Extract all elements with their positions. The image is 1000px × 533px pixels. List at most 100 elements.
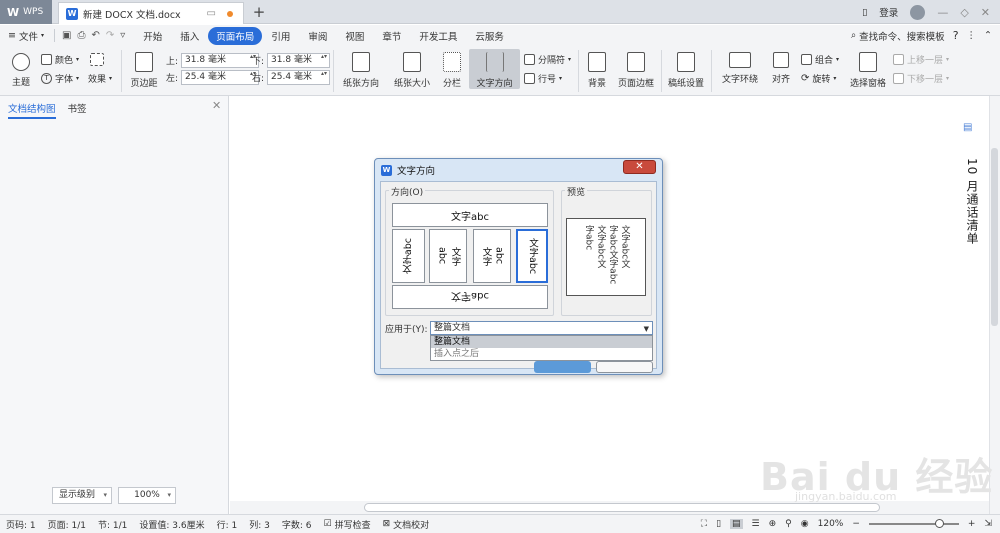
status-word-count[interactable]: 字数: 6 — [276, 518, 318, 531]
help-icon[interactable]: ? — [953, 29, 959, 42]
align-button[interactable]: 对齐 — [766, 49, 796, 85]
save-icon[interactable]: ▣ — [59, 30, 74, 41]
spell-check-button[interactable]: ☑ 拼写检查 — [318, 518, 377, 531]
avatar-icon[interactable] — [910, 4, 926, 20]
group-button[interactable]: 组合 ▾ — [801, 53, 839, 66]
maximize-icon[interactable]: ◇ — [960, 6, 968, 19]
reading-mode-icon[interactable]: ⚲ — [785, 519, 792, 529]
text-direction-button[interactable]: 文字方向 — [469, 49, 520, 89]
margins-button[interactable]: 页边距 — [126, 49, 162, 89]
zoom-slider[interactable] — [868, 518, 959, 528]
direction-option-rotate-right[interactable]: 文字abc — [516, 229, 548, 283]
page-border-button[interactable]: 页面边框 — [615, 49, 657, 89]
status-page-number[interactable]: 页码: 1 — [0, 518, 42, 531]
file-menu[interactable]: ≡ 文件 ▾ — [0, 29, 50, 43]
level-select[interactable]: 显示级别 ▾ — [52, 487, 112, 504]
effect-button[interactable]: 效果 ▾ — [88, 72, 112, 85]
background-button[interactable]: 背景 — [582, 49, 612, 89]
close-panel-icon[interactable]: ✕ — [212, 99, 221, 112]
bring-forward-button[interactable]: 上移一层 ▾ — [893, 53, 949, 66]
zoom-slider-knob[interactable] — [934, 518, 944, 528]
bottom-margin-field[interactable]: 下: 31.8 毫米 — [252, 53, 331, 68]
menu-item-view[interactable]: 视图 — [336, 27, 373, 45]
document-tab[interactable]: W 新建 DOCX 文档.docx ▭ — [58, 2, 244, 24]
search-command[interactable]: ⌕ 查找命令、搜索模板 — [851, 29, 945, 43]
cancel-button-partial[interactable] — [596, 361, 653, 373]
right-margin-field[interactable]: 右: 25.4 毫米 — [252, 70, 331, 85]
print-icon[interactable]: ⎙ — [74, 30, 88, 41]
apply-to-select[interactable]: 整篇文档 ▼ — [430, 321, 653, 335]
breaks-button[interactable]: 分隔符 ▾ — [524, 53, 571, 66]
wrap-text-button[interactable]: 文字环绕 — [716, 49, 764, 85]
horizontal-scroll-thumb[interactable] — [364, 503, 880, 512]
dialog-close-button[interactable]: ✕ — [623, 160, 656, 174]
wps-home-tab[interactable]: W WPS — [0, 0, 52, 24]
redo-icon[interactable]: ↷ — [103, 30, 117, 41]
bottom-margin-input[interactable]: 31.8 毫米 — [267, 53, 331, 68]
login-link[interactable]: 登录 — [879, 5, 898, 19]
menu-item-cloud[interactable]: 云服务 — [466, 27, 513, 45]
right-margin-input[interactable]: 25.4 毫米 — [267, 70, 331, 85]
more-icon[interactable]: ⋮ — [967, 30, 977, 41]
dropdown-option-whole-document[interactable]: 整篇文档 — [431, 336, 652, 348]
menu-item-insert[interactable]: 插入 — [171, 27, 208, 45]
line-numbers-button[interactable]: 行号 ▾ — [524, 72, 562, 85]
tablet-mode-icon[interactable]: ▯ — [862, 7, 867, 18]
effect-icon-button[interactable] — [90, 53, 104, 66]
minimize-icon[interactable]: — — [937, 6, 948, 19]
document-helper-icon[interactable]: ▤ — [963, 122, 975, 136]
menu-item-developer[interactable]: 开发工具 — [410, 27, 466, 45]
panel-zoom-select[interactable]: 100% ▾ — [118, 487, 176, 504]
columns-button[interactable]: 分栏 — [438, 49, 466, 89]
page-view-icon[interactable]: ▯ — [716, 519, 721, 529]
menu-item-chapter[interactable]: 章节 — [373, 27, 410, 45]
menu-item-start[interactable]: 开始 — [134, 27, 171, 45]
tab-document-outline[interactable]: 文档结构图 — [8, 101, 56, 119]
zoom-out-icon[interactable]: − — [852, 519, 860, 529]
document-vertical-title[interactable]: 10 月通话清单 — [964, 158, 981, 245]
chevron-down-icon: ▾ — [167, 491, 171, 499]
left-margin-field[interactable]: 左: 25.4 毫米 — [166, 70, 260, 85]
close-window-icon[interactable]: ✕ — [981, 6, 990, 19]
monitor-icon[interactable]: ▭ — [207, 8, 216, 19]
customize-icon[interactable]: ▿ — [117, 30, 128, 41]
direction-option-upside-down[interactable]: 文字abc — [392, 285, 548, 309]
print-layout-icon[interactable]: ▤ — [730, 518, 743, 529]
dropdown-option-after-insertion-point[interactable]: 插入点之后 — [431, 348, 652, 360]
draft-paper-button[interactable]: 稿纸设置 — [665, 49, 707, 89]
fit-page-icon[interactable]: ⇲ — [984, 519, 992, 529]
theme-button[interactable]: 主题 — [7, 49, 35, 88]
zoom-level[interactable]: 120% — [818, 519, 844, 529]
font-button[interactable]: T 字体 ▾ — [41, 72, 79, 85]
vertical-scroll-thumb[interactable] — [991, 148, 998, 326]
menu-item-page-layout[interactable]: 页面布局 — [208, 26, 263, 45]
tab-bookmarks[interactable]: 书签 — [68, 101, 87, 119]
direction-option-vertical-rtl[interactable]: abc 文字 — [429, 229, 467, 283]
unsaved-dot-icon[interactable] — [227, 10, 233, 17]
top-margin-input[interactable]: 31.8 毫米 — [181, 53, 260, 68]
paper-size-button[interactable]: 纸张大小 — [388, 49, 436, 89]
rotate-button[interactable]: ⟳ 旋转 ▾ — [801, 72, 836, 85]
eye-protection-icon[interactable]: ◉ — [801, 519, 809, 529]
undo-icon[interactable]: ↶ — [88, 30, 102, 41]
zoom-in-icon[interactable]: + — [968, 519, 976, 529]
direction-option-vertical-ltr[interactable]: 文字 abc — [473, 229, 511, 283]
menu-item-references[interactable]: 引用 — [262, 27, 299, 45]
top-margin-field[interactable]: 上: 31.8 毫米 — [166, 53, 260, 68]
direction-option-horizontal[interactable]: 文字abc — [392, 203, 548, 227]
menu-item-review[interactable]: 审阅 — [299, 27, 336, 45]
direction-option-rotate-left[interactable]: 文字abc — [392, 229, 425, 283]
outline-view-icon[interactable]: ☰ — [752, 519, 760, 529]
web-layout-icon[interactable]: ⊕ — [769, 519, 777, 529]
ok-button-partial[interactable] — [534, 361, 591, 373]
new-tab-button[interactable]: + — [249, 2, 269, 22]
selection-pane-button[interactable]: 选择窗格 — [848, 49, 888, 89]
orientation-button[interactable]: 纸张方向 — [337, 49, 385, 89]
fullscreen-icon[interactable]: ⛶ — [701, 519, 707, 529]
collapse-ribbon-icon[interactable]: ⌃ — [984, 30, 992, 41]
color-button[interactable]: 颜色 ▾ — [41, 53, 79, 66]
proofread-button[interactable]: ⊠ 文档校对 — [377, 518, 436, 531]
left-margin-input[interactable]: 25.4 毫米 — [181, 70, 260, 85]
dialog-titlebar[interactable]: W 文字方向 — [375, 159, 662, 181]
send-backward-button[interactable]: 下移一层 ▾ — [893, 72, 949, 85]
